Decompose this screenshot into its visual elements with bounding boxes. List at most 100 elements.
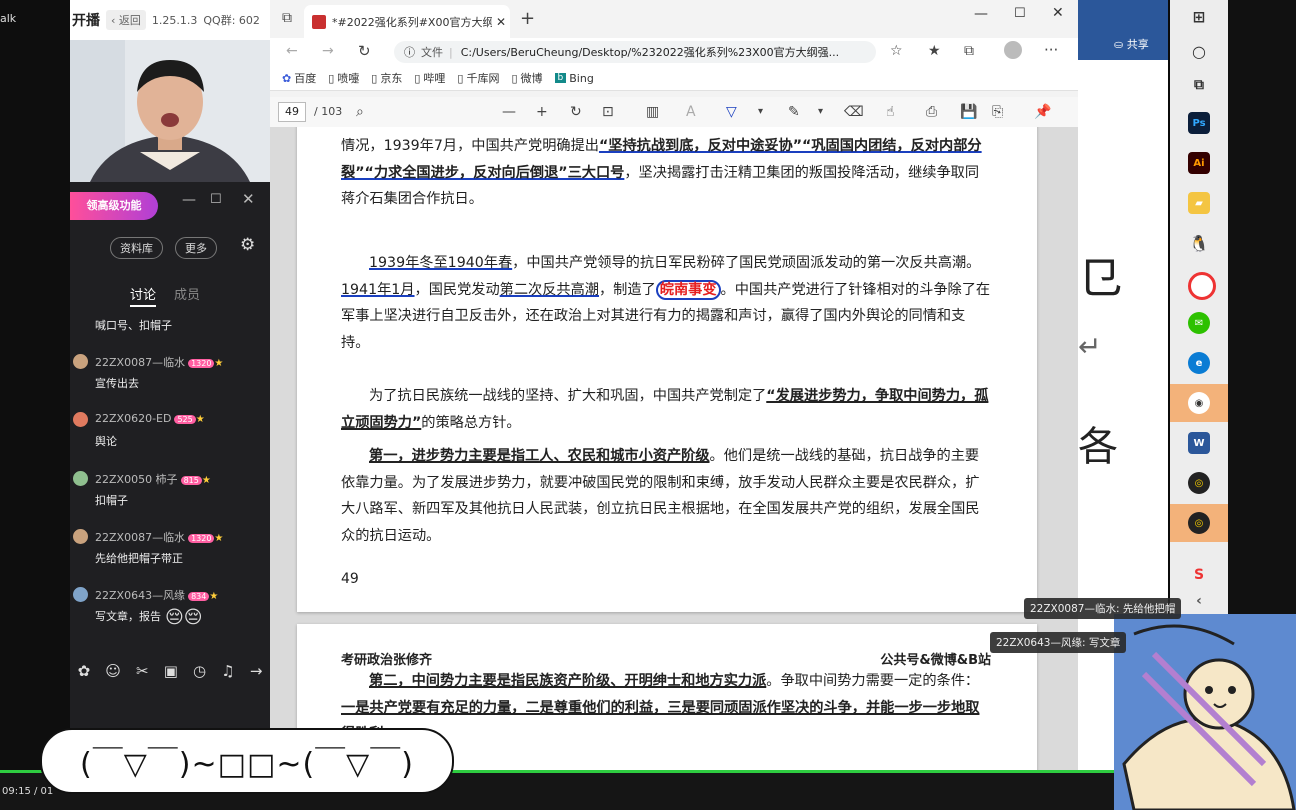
share-button[interactable]: ⛀ 共享 <box>1114 36 1149 52</box>
address-bar-row: ← → ↻ ⓘ 文件 | C:/Users/BeruCheung/Desktop… <box>270 38 1078 66</box>
page-icon: ▯ <box>457 71 464 85</box>
bell-icon[interactable]: ♫ <box>221 662 234 680</box>
p1-text: 情况，1939年7月，中国共产党明确提出 <box>341 138 599 154</box>
read-aloud-icon[interactable]: A <box>686 103 696 121</box>
chat-username: 22ZX0620-ED 525 ★ <box>95 412 205 425</box>
eraser-icon[interactable]: ⌫ <box>844 103 864 121</box>
p3-text-end: 的策略总方针。 <box>421 414 521 431</box>
p4-heading: 第一，进步势力主要是指工人、农民和城市小资产阶级 <box>369 448 710 464</box>
profile-avatar[interactable] <box>1004 41 1022 59</box>
back-button[interactable]: ‹ 返回 <box>106 10 146 30</box>
window-minimize-icon[interactable]: — <box>974 6 988 22</box>
highlight-icon[interactable]: ✎ <box>788 103 800 121</box>
version-text: 1.25.1.3 <box>151 13 198 27</box>
search-icon[interactable]: ○ <box>1188 40 1210 62</box>
page-number-input[interactable]: 49 <box>278 102 306 122</box>
camera-app-icon-2[interactable]: ◎ <box>1188 512 1210 534</box>
photoshop-icon[interactable]: Ps <box>1188 112 1210 134</box>
camera-app-icon[interactable]: ◎ <box>1188 472 1210 494</box>
scissors-icon[interactable]: ✂ <box>136 662 149 680</box>
flower-icon[interactable]: ✿ <box>78 662 91 680</box>
draw-dropdown-icon[interactable]: ▾ <box>758 103 763 121</box>
star-icon: ★ <box>201 475 211 486</box>
windows-start-icon[interactable]: ⊞ <box>1188 6 1210 28</box>
bookmark-label: 微博 <box>520 72 543 85</box>
favorites-icon[interactable]: ★ <box>928 43 941 59</box>
send-arrow-icon[interactable]: → <box>250 662 263 680</box>
pdf-viewer: 情况，1939年7月，中国共产党明确提出“坚持抗战到底，反对中途妥协”“巩固国内… <box>270 127 1078 770</box>
live-app-title: 开播 <box>72 13 100 29</box>
fit-page-icon[interactable]: ⊡ <box>602 103 614 121</box>
restore-icon[interactable]: ☐ <box>210 192 222 207</box>
promo-banner[interactable]: 领高级功能 <box>70 192 158 220</box>
page-icon: ▯ <box>328 71 335 85</box>
word-icon[interactable]: W <box>1188 432 1210 454</box>
resource-library-button[interactable]: 资料库 <box>110 237 163 259</box>
kaomoji-bubble: (￣▽￣)~□□~(￣▽￣) <box>40 728 454 794</box>
show-more-chevron-icon[interactable]: ‹ <box>1188 590 1210 612</box>
bookmark-bilibili[interactable]: ▯ 哔哩 <box>414 70 445 86</box>
zoom-out-icon[interactable]: — <box>502 103 516 121</box>
more-menu-icon[interactable]: ··· <box>1044 41 1058 59</box>
wechat-icon[interactable]: ✉ <box>1188 312 1210 334</box>
illustrator-icon[interactable]: Ai <box>1188 152 1210 174</box>
close-icon[interactable]: ✕ <box>242 190 255 208</box>
clock-icon[interactable]: ◷ <box>193 662 206 680</box>
chat-text: 写文章，报告 <box>95 610 161 623</box>
p2-text-2: ，国民党发动 <box>414 281 500 298</box>
find-icon[interactable]: ⌕ <box>356 103 364 121</box>
tab-discussion[interactable]: 讨论 <box>130 284 157 307</box>
level-badge: 834 <box>188 592 210 601</box>
save-as-icon[interactable]: ⎘ <box>992 103 1003 121</box>
pin-icon[interactable]: 📌 <box>1034 103 1051 121</box>
draw-icon[interactable]: ▽ <box>726 103 737 121</box>
forward-icon[interactable]: → <box>322 43 334 59</box>
bookmark-jd[interactable]: ▯ 京东 <box>371 70 402 86</box>
qq-icon[interactable]: 🐧 <box>1188 232 1210 254</box>
back-icon[interactable]: ← <box>286 43 298 59</box>
app-circle-icon[interactable]: ◉ <box>1188 392 1210 414</box>
print-icon[interactable]: ⎙ <box>926 103 937 121</box>
bookmarks-bar: ✿ 百度 ▯ 喷嚏 ▯ 京东 ▯ 哔哩 ▯ 千库网 ▯ 微博 b Bing <box>270 66 1078 91</box>
window-close-icon[interactable]: ✕ <box>1052 5 1064 21</box>
page-view-icon[interactable]: ▥ <box>646 103 659 121</box>
chrome-icon[interactable] <box>1188 272 1216 300</box>
more-button[interactable]: 更多 <box>175 237 217 259</box>
bookmark-weibo[interactable]: ▯ 微博 <box>511 70 542 86</box>
zoom-in-icon[interactable]: + <box>536 103 548 121</box>
highlight-dropdown-icon[interactable]: ▾ <box>818 103 823 121</box>
pdf-page-49: 情况，1939年7月，中国共产党明确提出“坚持抗战到底，反对中途妥协”“巩固国内… <box>297 127 1037 612</box>
bookmark-penti[interactable]: ▯ 喷嚏 <box>328 70 359 86</box>
edge-icon[interactable]: e <box>1188 352 1210 374</box>
url-field[interactable]: ⓘ 文件 | C:/Users/BeruCheung/Desktop/%2320… <box>394 41 876 63</box>
rotate-icon[interactable]: ↻ <box>570 103 582 121</box>
emoji-picker-icon[interactable]: ☺ <box>105 662 121 680</box>
bookmark-bing[interactable]: b Bing <box>554 72 594 85</box>
minimize-icon[interactable]: — <box>182 192 196 208</box>
chat-text: 扣帽子 <box>95 494 128 507</box>
reading-icon[interactable]: ☆ <box>890 43 903 59</box>
bookmark-label: 哔哩 <box>423 72 446 85</box>
level-badge: 1320 <box>188 534 215 543</box>
level-badge: 525 <box>174 415 196 424</box>
window-maximize-icon[interactable]: ☐ <box>1014 6 1026 21</box>
task-view-icon[interactable]: ⧉ <box>1188 74 1210 96</box>
refresh-icon[interactable]: ↻ <box>358 42 371 60</box>
save-icon[interactable]: 💾 <box>960 103 977 121</box>
touch-icon[interactable]: ☝ <box>886 103 895 121</box>
settings-icon[interactable]: ⚙ <box>240 235 255 255</box>
image-icon[interactable]: ▣ <box>164 662 178 680</box>
tab-members[interactable]: 成员 <box>174 284 200 303</box>
tab-actions-icon[interactable]: ⧉ <box>282 10 292 26</box>
bookmark-qianku[interactable]: ▯ 千库网 <box>457 70 499 86</box>
emoji-icon: 😔😔 <box>165 607 203 628</box>
new-tab-icon[interactable]: + <box>520 8 535 29</box>
tab-pdf[interactable]: *#2022强化系列#X00官方大纲强 ✕ <box>304 5 510 38</box>
chat-username-text: 22ZX0620-ED <box>95 412 172 425</box>
tab-close-icon[interactable]: ✕ <box>496 15 506 29</box>
collections-icon[interactable]: ⧉ <box>964 43 974 59</box>
url-separator: | <box>449 45 453 59</box>
sogou-input-icon[interactable]: S <box>1188 564 1210 586</box>
file-explorer-icon[interactable]: ▰ <box>1188 192 1210 214</box>
bookmark-baidu[interactable]: ✿ 百度 <box>282 70 316 86</box>
